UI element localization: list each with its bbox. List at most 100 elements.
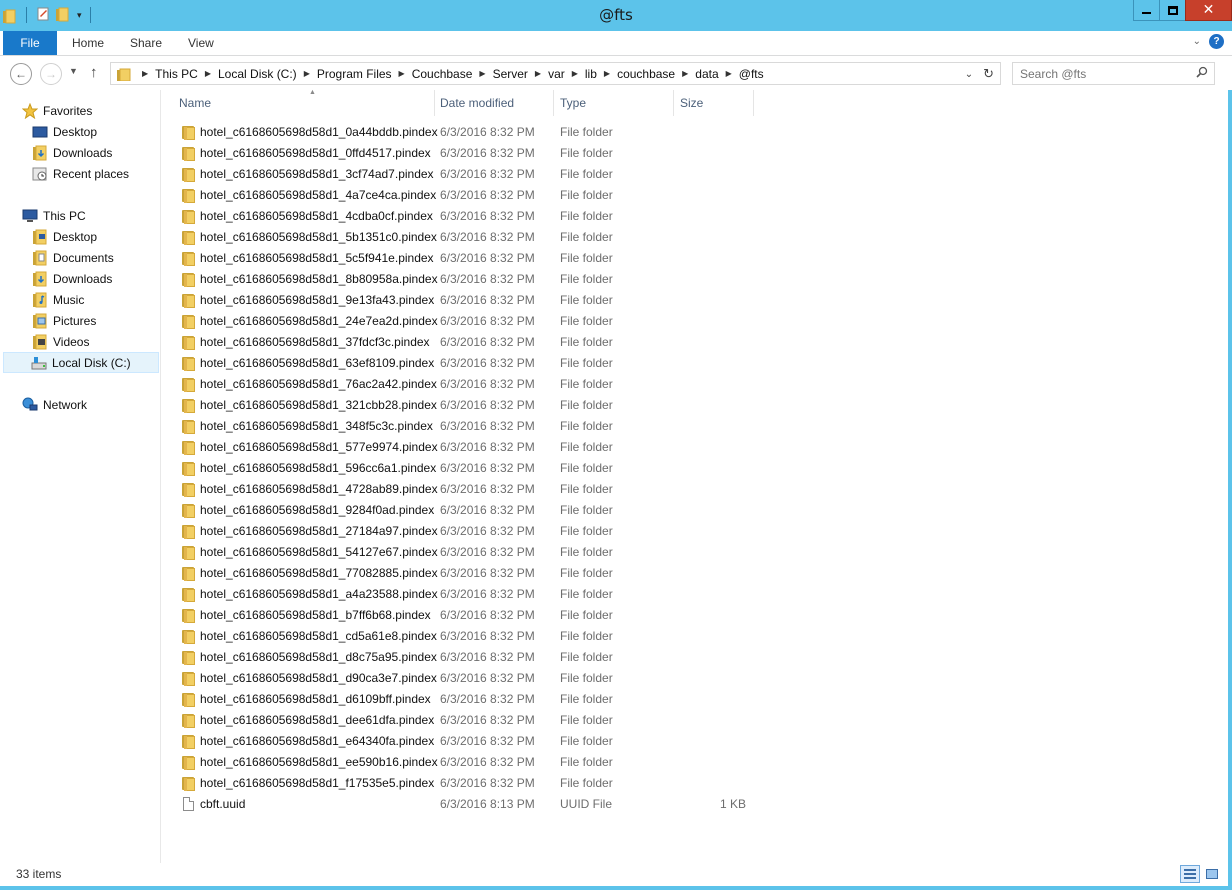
tab-home[interactable]: Home <box>72 31 104 55</box>
nav-this-pc[interactable]: This PC <box>22 205 86 226</box>
address-dropdown-icon[interactable]: ⌄ <box>965 69 973 80</box>
file-row[interactable]: hotel_c6168605698d58d1_63ef8109.pindex 6/… <box>162 353 762 374</box>
breadcrumb-local-disk[interactable]: Local Disk (C:) <box>218 67 297 81</box>
nav-thispc-downloads[interactable]: Downloads <box>32 268 112 289</box>
large-icons-view-button[interactable] <box>1202 865 1222 883</box>
forward-button[interactable]: → <box>40 63 62 85</box>
breadcrumb-chevron-icon[interactable]: ▶ <box>604 69 610 78</box>
address-bar[interactable]: ▶ This PC ▶ Local Disk (C:) ▶ Program Fi… <box>110 62 1001 85</box>
file-row[interactable]: hotel_c6168605698d58d1_348f5c3c.pindex 6/… <box>162 416 762 437</box>
close-button[interactable]: ✕ <box>1185 0 1232 21</box>
file-row[interactable]: hotel_c6168605698d58d1_76ac2a42.pindex 6/… <box>162 374 762 395</box>
breadcrumb-program-files[interactable]: Program Files <box>317 67 392 81</box>
file-row[interactable]: hotel_c6168605698d58d1_0a44bddb.pindex 6/… <box>162 122 762 143</box>
breadcrumb-data[interactable]: data <box>695 67 718 81</box>
up-arrow-icon[interactable]: ↑ <box>90 64 98 81</box>
title-bar[interactable]: ▾ @fts ✕ <box>0 0 1232 31</box>
file-row[interactable]: hotel_c6168605698d58d1_4728ab89.pindex 6/… <box>162 479 762 500</box>
search-icon[interactable] <box>1196 66 1208 81</box>
column-header-size[interactable]: Size <box>674 90 754 116</box>
breadcrumb-chevron-icon[interactable]: ▶ <box>572 69 578 78</box>
column-header-name[interactable]: ▲ Name <box>173 89 435 116</box>
file-row[interactable]: hotel_c6168605698d58d1_f17535e5.pindex 6/… <box>162 773 762 794</box>
nav-thispc-music[interactable]: Music <box>32 289 84 310</box>
file-row[interactable]: hotel_c6168605698d58d1_ee590b16.pindex 6/… <box>162 752 762 773</box>
breadcrumb-server[interactable]: Server <box>493 67 528 81</box>
file-date-modified: 6/3/2016 8:32 PM <box>440 629 535 643</box>
nav-thispc-documents[interactable]: Documents <box>32 247 114 268</box>
details-view-button[interactable] <box>1180 865 1200 883</box>
search-input[interactable] <box>1013 63 1183 84</box>
expand-ribbon-icon[interactable]: ⌄ <box>1193 36 1201 47</box>
breadcrumb-var[interactable]: var <box>548 67 565 81</box>
nav-favorites-downloads[interactable]: Downloads <box>32 142 112 163</box>
file-row[interactable]: hotel_c6168605698d58d1_8b80958a.pindex 6/… <box>162 269 762 290</box>
breadcrumb-lib[interactable]: lib <box>585 67 597 81</box>
tab-file[interactable]: File <box>3 31 57 55</box>
tab-share[interactable]: Share <box>130 31 162 55</box>
column-header-type[interactable]: Type <box>554 90 674 116</box>
breadcrumb-chevron-icon[interactable]: ▶ <box>726 69 732 78</box>
file-row[interactable]: hotel_c6168605698d58d1_b7ff6b68.pindex 6/… <box>162 605 762 626</box>
file-row[interactable]: hotel_c6168605698d58d1_4a7ce4ca.pindex 6/… <box>162 185 762 206</box>
nav-network[interactable]: Network <box>22 394 87 415</box>
minimize-button[interactable] <box>1133 0 1160 21</box>
breadcrumb-chevron-icon[interactable]: ▶ <box>399 69 405 78</box>
breadcrumb-this-pc[interactable]: This PC <box>155 67 198 81</box>
file-row[interactable]: hotel_c6168605698d58d1_dee61dfa.pindex 6/… <box>162 710 762 731</box>
file-row[interactable]: hotel_c6168605698d58d1_5b1351c0.pindex 6/… <box>162 227 762 248</box>
nav-thispc-pictures[interactable]: Pictures <box>32 310 96 331</box>
breadcrumb-chevron-icon[interactable]: ▶ <box>479 69 485 78</box>
nav-thispc-desktop[interactable]: Desktop <box>32 226 97 247</box>
file-row[interactable]: hotel_c6168605698d58d1_321cbb28.pindex 6/… <box>162 395 762 416</box>
back-button[interactable]: ← <box>10 63 32 85</box>
breadcrumb-fts[interactable]: @fts <box>739 67 764 81</box>
column-header-date-modified[interactable]: Date modified <box>434 90 554 116</box>
file-row[interactable]: hotel_c6168605698d58d1_37fdcf3c.pindex 6/… <box>162 332 762 353</box>
file-row[interactable]: hotel_c6168605698d58d1_4cdba0cf.pindex 6/… <box>162 206 762 227</box>
file-row[interactable]: hotel_c6168605698d58d1_77082885.pindex 6/… <box>162 563 762 584</box>
recent-locations-dropdown-icon[interactable]: ▼ <box>69 66 78 76</box>
file-row[interactable]: hotel_c6168605698d58d1_27184a97.pindex 6/… <box>162 521 762 542</box>
tab-view[interactable]: View <box>188 31 214 55</box>
breadcrumb-couchbase-dir[interactable]: couchbase <box>617 67 675 81</box>
file-row[interactable]: hotel_c6168605698d58d1_3cf74ad7.pindex 6/… <box>162 164 762 185</box>
maximize-button[interactable] <box>1159 0 1186 21</box>
file-row[interactable]: hotel_c6168605698d58d1_9e13fa43.pindex 6/… <box>162 290 762 311</box>
navigation-pane: Favorites Desktop Downloads Recent place… <box>0 90 161 863</box>
breadcrumb-chevron-icon[interactable]: ▶ <box>142 69 148 78</box>
nav-favorites-desktop[interactable]: Desktop <box>32 121 97 142</box>
file-row[interactable]: hotel_c6168605698d58d1_e64340fa.pindex 6/… <box>162 731 762 752</box>
breadcrumb-chevron-icon[interactable]: ▶ <box>205 69 211 78</box>
help-icon[interactable]: ? <box>1209 34 1224 49</box>
file-date-modified: 6/3/2016 8:32 PM <box>440 209 535 223</box>
nav-favorites-recent-places[interactable]: Recent places <box>32 163 129 184</box>
file-date-modified: 6/3/2016 8:13 PM <box>440 797 535 811</box>
nav-thispc-local-disk[interactable]: Local Disk (C:) <box>3 352 159 373</box>
file-row[interactable]: hotel_c6168605698d58d1_d8c75a95.pindex 6/… <box>162 647 762 668</box>
file-row[interactable]: hotel_c6168605698d58d1_d90ca3e7.pindex 6/… <box>162 668 762 689</box>
file-row[interactable]: hotel_c6168605698d58d1_54127e67.pindex 6/… <box>162 542 762 563</box>
breadcrumb-couchbase[interactable]: Couchbase <box>412 67 473 81</box>
file-row[interactable]: hotel_c6168605698d58d1_cd5a61e8.pindex 6/… <box>162 626 762 647</box>
file-row[interactable]: hotel_c6168605698d58d1_24e7ea2d.pindex 6/… <box>162 311 762 332</box>
file-type: File folder <box>560 545 613 559</box>
search-box[interactable] <box>1012 62 1215 85</box>
file-row[interactable]: cbft.uuid 6/3/2016 8:13 PM UUID File 1 KB <box>162 794 762 815</box>
file-row[interactable]: hotel_c6168605698d58d1_596cc6a1.pindex 6/… <box>162 458 762 479</box>
refresh-icon[interactable]: ↻ <box>983 66 994 82</box>
file-date-modified: 6/3/2016 8:32 PM <box>440 608 535 622</box>
file-type: File folder <box>560 650 613 664</box>
file-date-modified: 6/3/2016 8:32 PM <box>440 776 535 790</box>
file-row[interactable]: hotel_c6168605698d58d1_a4a23588.pindex 6/… <box>162 584 762 605</box>
nav-thispc-videos[interactable]: Videos <box>32 331 89 352</box>
nav-favorites[interactable]: Favorites <box>21 100 92 121</box>
file-row[interactable]: hotel_c6168605698d58d1_0ffd4517.pindex 6/… <box>162 143 762 164</box>
breadcrumb-chevron-icon[interactable]: ▶ <box>682 69 688 78</box>
file-row[interactable]: hotel_c6168605698d58d1_9284f0ad.pindex 6/… <box>162 500 762 521</box>
file-row[interactable]: hotel_c6168605698d58d1_577e9974.pindex 6/… <box>162 437 762 458</box>
breadcrumb-chevron-icon[interactable]: ▶ <box>304 69 310 78</box>
file-row[interactable]: hotel_c6168605698d58d1_d6109bff.pindex 6/… <box>162 689 762 710</box>
breadcrumb-chevron-icon[interactable]: ▶ <box>535 69 541 78</box>
file-row[interactable]: hotel_c6168605698d58d1_5c5f941e.pindex 6/… <box>162 248 762 269</box>
